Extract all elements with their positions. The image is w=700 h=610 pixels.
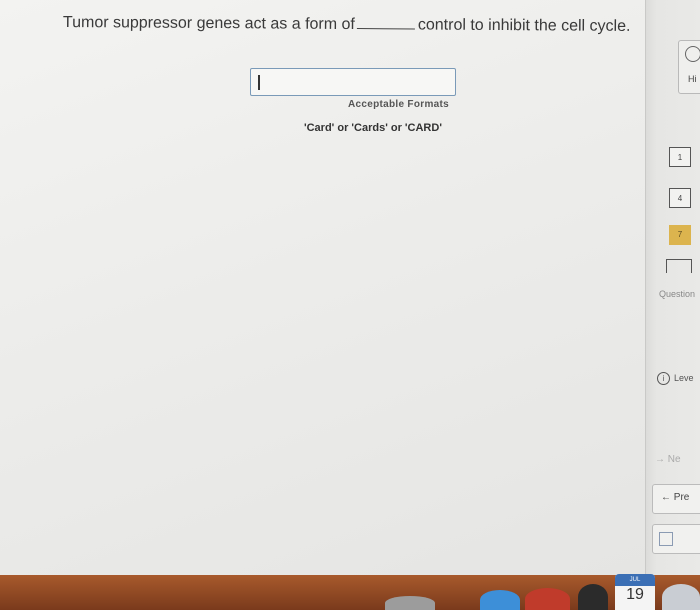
split-screen-button[interactable] xyxy=(652,524,700,554)
level-indicator: i Leve xyxy=(657,372,694,385)
calendar-day: 19 xyxy=(626,586,644,603)
dock-acrobat-icon[interactable] xyxy=(525,588,570,610)
next-button[interactable]: → Ne xyxy=(655,454,681,465)
question-after-blank: control to inhibit the cell cycle. xyxy=(417,16,631,35)
question-nav-7-active[interactable]: 7 xyxy=(669,225,691,245)
dock-chrome-icon[interactable] xyxy=(480,590,520,610)
acceptable-formats-list: 'Card' or 'Cards' or 'CARD' xyxy=(304,122,442,134)
question-before-blank: Tumor suppressor genes act as a form of xyxy=(62,14,355,34)
next-label: Ne xyxy=(667,454,681,465)
answer-input[interactable] xyxy=(250,68,456,96)
question-panel: Tumor suppressor genes act as a form of c… xyxy=(0,0,645,575)
dock-bottle-icon[interactable] xyxy=(578,584,608,610)
arrow-right-icon: → xyxy=(655,454,668,465)
acceptable-formats-title: Acceptable Formats xyxy=(348,99,449,110)
calendar-month: JUL xyxy=(615,574,655,586)
timer-label: Hi xyxy=(688,74,697,84)
split-screen-icon xyxy=(659,532,673,546)
previous-label: Pre xyxy=(673,492,690,503)
question-text: Tumor suppressor genes act as a form of c… xyxy=(63,14,631,36)
timer-button[interactable]: Hi xyxy=(678,40,700,94)
dock-calendar-icon[interactable]: JUL 19 xyxy=(615,574,655,610)
previous-button[interactable]: ← Pre xyxy=(652,484,700,514)
question-nav-4[interactable]: 4 xyxy=(669,188,691,208)
blank-line xyxy=(356,27,415,30)
question-nav-1[interactable]: 1 xyxy=(669,147,691,167)
clock-icon xyxy=(685,46,700,62)
question-nav-next-box[interactable] xyxy=(666,259,692,273)
info-icon: i xyxy=(657,372,670,385)
dock-app-icon[interactable] xyxy=(385,596,435,610)
mac-dock xyxy=(0,575,700,610)
level-label: Leve xyxy=(674,373,694,383)
arrow-left-icon: ← xyxy=(661,492,674,503)
text-caret xyxy=(258,75,260,90)
dock-preview-icon[interactable] xyxy=(662,584,700,610)
questions-label: Question xyxy=(659,289,696,299)
